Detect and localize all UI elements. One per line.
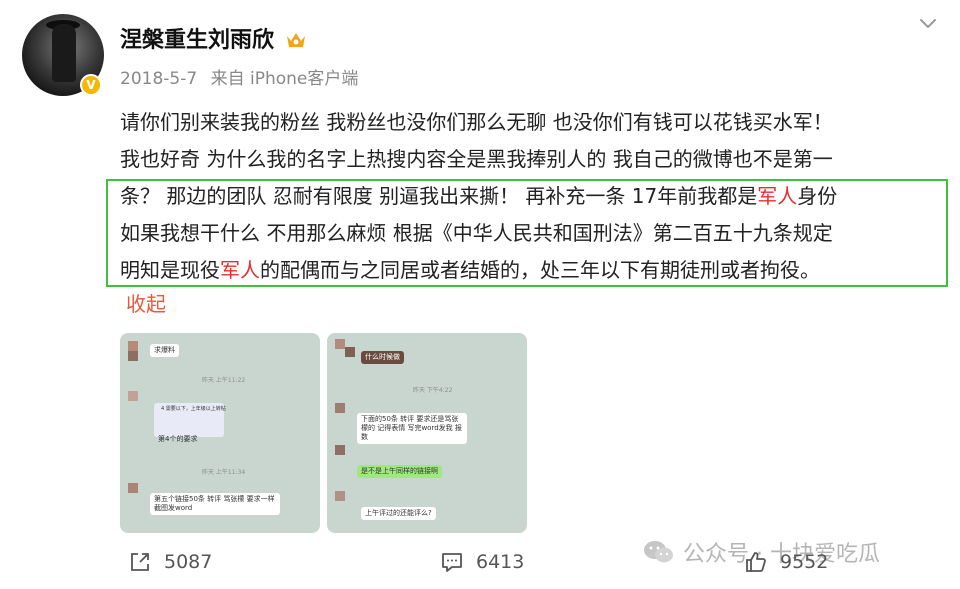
comment-count: 6413	[476, 551, 525, 573]
thumbs-up-icon	[746, 552, 766, 572]
comment-button[interactable]: 6413	[440, 550, 524, 574]
like-count: 9552	[780, 551, 829, 573]
post-meta: 2018-5-7 来自 iPhone客户端	[120, 64, 358, 89]
chat-bubble: 求爆料	[150, 344, 179, 357]
repost-button[interactable]: 5087	[128, 550, 212, 574]
chat-quote-text: 4 需要以下，上年级以上转帖	[161, 406, 226, 412]
post-line: 我也好奇 为什么我的名字上热搜内容全是黑我捧别人的 我自己的微博也不是第一	[120, 141, 950, 178]
highlight-box	[106, 179, 948, 287]
chat-timestamp: 昨天 上午11:34	[202, 469, 246, 476]
blurred-avatar	[335, 445, 345, 455]
chat-timestamp: 昨天 上午11:22	[202, 377, 246, 384]
chevron-down-icon[interactable]	[918, 14, 938, 34]
blurred-avatar	[128, 351, 138, 361]
chat-bubble: 什么时候做	[361, 351, 404, 364]
comment-icon	[442, 553, 462, 572]
blurred-avatar	[335, 339, 345, 349]
action-bar: 5087 6413 9552	[0, 550, 960, 580]
post-image-2[interactable]: 什么时候做 昨天 下午4:22 下面的50条 转评 要求还是骂张檬的 记得表情 …	[327, 333, 527, 533]
blurred-avatar	[128, 483, 138, 493]
username[interactable]: 涅槃重生刘雨欣	[120, 22, 274, 54]
vip-crown-icon	[287, 33, 305, 47]
share-icon	[131, 553, 149, 571]
post-source: 来自 iPhone客户端	[210, 69, 359, 89]
post-line: 请你们别来装我的粉丝 我粉丝也没你们那么无聊 也没你们有钱可以花钱买水军！	[120, 104, 950, 141]
post-text-segment: 我也好奇 为什么我的名字上热搜内容全是黑我捧别人的 我自己的微博也不是第一	[120, 147, 833, 171]
verified-badge-icon: V	[80, 74, 102, 96]
chat-timestamp: 昨天 下午4:22	[413, 387, 453, 394]
blurred-avatar	[335, 491, 345, 501]
post-date: 2018-5-7	[120, 69, 198, 89]
chat-bubble: 是不是上午同样的链接啊	[357, 465, 442, 478]
blurred-avatar	[128, 341, 138, 351]
chat-bubble: 下面的50条 转评 要求还是骂张檬的 记得表情 写完word发我 报数	[357, 413, 467, 444]
post-image-1[interactable]: 求爆料 昨天 上午11:22 4 需要以下，上年级以上转帖 第4个的要求 昨天 …	[120, 333, 320, 533]
like-button[interactable]: 9552	[744, 550, 828, 574]
blurred-avatar	[345, 347, 355, 357]
repost-count: 5087	[164, 551, 213, 573]
chat-quote-card: 4 需要以下，上年级以上转帖	[154, 403, 226, 437]
chat-bubble: 第五个链接50条 转评 骂张檬 要求一样 截图发word	[150, 493, 280, 515]
chat-bubble: 上午评过的还能评么?	[361, 507, 436, 520]
blurred-avatar	[128, 391, 138, 401]
post-text-segment: 请你们别来装我的粉丝 我粉丝也没你们那么无聊 也没你们有钱可以花钱买水军！	[120, 110, 833, 134]
collapse-link[interactable]: 收起	[126, 288, 166, 317]
blurred-avatar	[335, 403, 345, 413]
avatar-figure-shape	[52, 24, 76, 82]
chat-bubble: 第4个的要求	[158, 435, 198, 443]
